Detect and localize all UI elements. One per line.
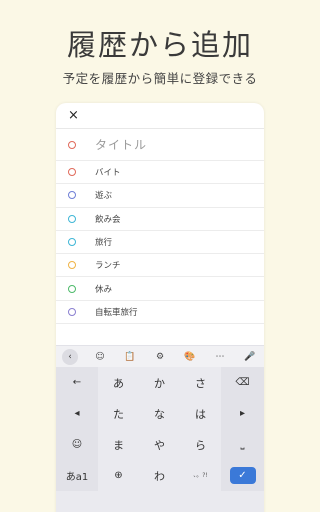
punctuation-label: 、。?! [193,472,208,479]
history-item-label: 休み [95,284,113,295]
enter-key[interactable]: ✓ [221,460,264,491]
palette-icon[interactable]: 🎨 [182,349,198,365]
color-dot-icon [68,261,76,270]
more-icon[interactable]: ⋯ [212,349,228,365]
cursor-right-key[interactable]: ▸ [221,398,264,429]
close-icon[interactable]: × [68,109,79,122]
title-color-dot[interactable] [68,140,76,149]
back-icon[interactable]: ‹ [62,348,78,365]
keyboard: ← あ か さ ⌫ ◂ た な は ▸ ☺ ま や ら ⎵ あa1 ⊕ わ 、。… [56,367,264,512]
key-ta[interactable]: た [98,398,139,429]
mode-switch-key[interactable]: あa1 [56,460,98,491]
key-sa[interactable]: さ [180,367,221,398]
color-dot-icon [68,307,76,316]
key-ha[interactable]: は [180,398,221,429]
cursor-left-key[interactable]: ◂ [56,398,98,429]
sticker-icon[interactable]: ☺ [92,349,108,365]
phone-screen: × タイトル バイト遊ぶ飲み会旅行ランチ休み自転車旅行 ‹ ☺ 📋 ⚙ 🎨 ⋯ … [56,103,264,512]
app-topbar: × [56,103,264,129]
backspace-key[interactable]: ⌫ [221,367,264,398]
gear-icon[interactable]: ⚙ [152,349,168,365]
color-dot-icon [68,284,76,293]
key-na[interactable]: な [139,398,180,429]
history-item[interactable]: 旅行 [56,231,264,255]
key-ra[interactable]: ら [180,429,221,460]
color-dot-icon [68,238,76,247]
check-icon: ✓ [229,467,256,484]
history-item[interactable]: バイト [56,161,264,185]
key-ka[interactable]: か [139,367,180,398]
history-item-label: 旅行 [95,238,113,249]
color-dot-icon [68,214,76,223]
history-item-label: ランチ [95,261,121,272]
color-dot-icon [68,168,76,177]
title-input[interactable]: タイトル [95,136,147,153]
history-item-label: 遊ぶ [95,191,113,202]
history-item[interactable]: 飲み会 [56,208,264,231]
keyboard-toolbar: ‹ ☺ 📋 ⚙ 🎨 ⋯ 🎤 [56,345,264,367]
title-input-row[interactable]: タイトル [56,129,264,161]
punctuation-key[interactable]: 、。?! [180,460,221,491]
history-item-label: 自転車旅行 [95,307,138,318]
key-a[interactable]: あ [98,367,139,398]
history-item[interactable]: 休み [56,277,264,301]
key-ma[interactable]: ま [98,429,139,460]
promo-headline: 履歴から追加 [66,28,253,62]
undo-key[interactable]: ← [56,367,98,398]
emoji-key[interactable]: ☺ [56,429,98,460]
promo-subline: 予定を履歴から簡単に登録できる [62,71,258,86]
key-wa[interactable]: わ [139,460,180,491]
history-item-label: バイト [95,168,121,179]
space-key[interactable]: ⎵ [221,429,264,460]
mic-icon[interactable]: 🎤 [242,349,258,365]
history-item[interactable]: 遊ぶ [56,184,264,208]
clipboard-icon[interactable]: 📋 [122,349,138,365]
history-item[interactable]: 自転車旅行 [56,301,264,325]
color-dot-icon [68,191,76,200]
key-ya[interactable]: や [139,429,180,460]
history-list: バイト遊ぶ飲み会旅行ランチ休み自転車旅行 [56,161,264,325]
globe-key[interactable]: ⊕ [98,460,139,491]
history-item[interactable]: ランチ [56,254,264,278]
history-item-label: 飲み会 [95,214,121,225]
